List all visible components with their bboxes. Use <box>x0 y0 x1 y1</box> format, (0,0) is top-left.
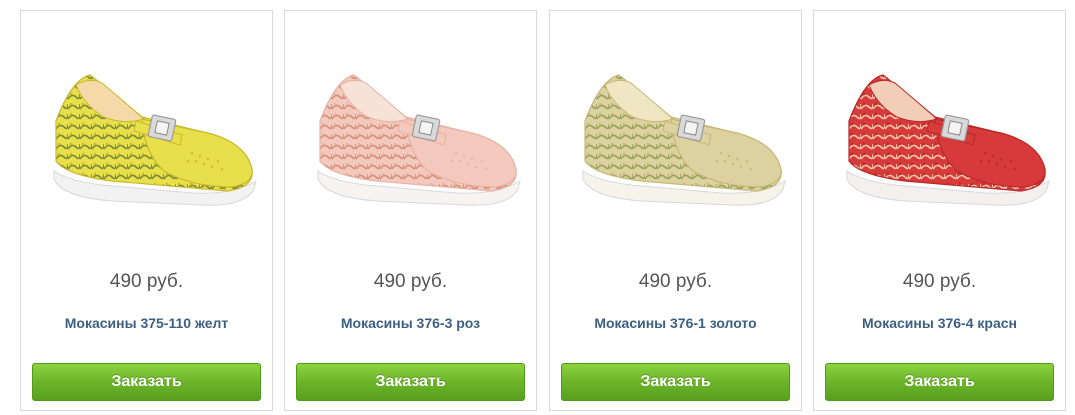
product-photo[interactable] <box>296 61 525 213</box>
product-card: 490 руб. Мокасины 376-3 роз Заказать <box>284 10 537 411</box>
order-button[interactable]: Заказать <box>561 363 790 401</box>
product-title-link[interactable]: Мокасины 376-1 золото <box>550 315 801 331</box>
order-button[interactable]: Заказать <box>296 363 525 401</box>
product-price: 490 руб. <box>373 271 448 292</box>
product-price: 490 руб. <box>902 271 977 292</box>
product-card: 490 руб. Мокасины 376-4 красн Заказать <box>813 10 1066 411</box>
product-grid: 490 руб. Мокасины 375-110 желт Заказать <box>0 0 1075 415</box>
product-photo[interactable] <box>32 61 261 213</box>
product-title-link[interactable]: Мокасины 376-3 роз <box>285 315 536 331</box>
order-button[interactable]: Заказать <box>32 363 261 401</box>
product-card: 490 руб. Мокасины 376-1 золото Заказать <box>549 10 802 411</box>
product-card: 490 руб. Мокасины 375-110 желт Заказать <box>20 10 273 411</box>
product-price: 490 руб. <box>638 271 713 292</box>
product-photo[interactable] <box>825 61 1054 213</box>
product-title-link[interactable]: Мокасины 375-110 желт <box>21 315 272 331</box>
product-title-link[interactable]: Мокасины 376-4 красн <box>814 315 1065 331</box>
product-price: 490 руб. <box>109 271 184 292</box>
product-photo[interactable] <box>561 61 790 213</box>
order-button[interactable]: Заказать <box>825 363 1054 401</box>
